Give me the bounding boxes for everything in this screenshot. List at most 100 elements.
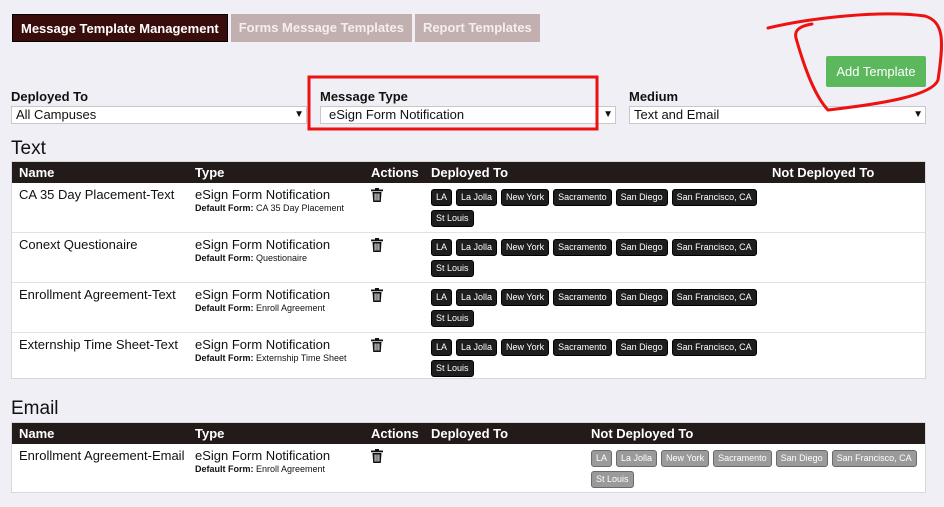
campus-badge: Sacramento bbox=[553, 289, 612, 306]
deployed-badges: LA La Jolla New York Sacramento San Diego San… bbox=[431, 189, 761, 227]
campus-badge: New York bbox=[661, 450, 710, 467]
campus-badge: San Diego bbox=[615, 289, 668, 306]
medium-value: Text and Email bbox=[634, 107, 720, 122]
trash-icon[interactable] bbox=[371, 449, 383, 463]
campus-badge: St Louis bbox=[591, 471, 634, 488]
template-name: CA 35 Day Placement-Text bbox=[19, 187, 175, 202]
campus-badge: La Jolla bbox=[456, 339, 498, 356]
campus-badge: San Diego bbox=[775, 450, 828, 467]
deployed-to-select[interactable]: All Campuses ▼ bbox=[11, 106, 307, 124]
default-form-value: Questionaire bbox=[256, 253, 308, 263]
campus-badge: San Francisco, CA bbox=[831, 450, 917, 467]
campus-badge: Sacramento bbox=[553, 239, 612, 256]
col-not-deployed-to: Not Deployed To bbox=[591, 426, 694, 441]
add-template-button[interactable]: Add Template bbox=[826, 56, 926, 87]
medium-label: Medium bbox=[629, 89, 679, 104]
email-templates-table: Name Type Actions Deployed To Not Deploy… bbox=[11, 422, 926, 493]
campus-badge: Sacramento bbox=[713, 450, 772, 467]
col-name: Name bbox=[19, 165, 55, 180]
table-row: Externship Time Sheet-Text eSign Form Not… bbox=[12, 333, 925, 382]
campus-badge: San Francisco, CA bbox=[671, 289, 757, 306]
trash-icon[interactable] bbox=[371, 188, 383, 202]
col-actions: Actions bbox=[371, 426, 419, 441]
tab-bar: Message Template Management Forms Messag… bbox=[12, 14, 540, 42]
deployed-badges: LA La Jolla New York Sacramento San Diego San… bbox=[431, 339, 761, 377]
deployed-badges: LA La Jolla New York Sacramento San Diego San… bbox=[431, 239, 761, 277]
campus-badge: New York bbox=[501, 189, 550, 206]
template-type: eSign Form Notification bbox=[195, 448, 331, 463]
chevron-down-icon: ▼ bbox=[913, 109, 923, 120]
template-type: eSign Form Notification bbox=[195, 187, 331, 202]
col-deployed-to: Deployed To bbox=[431, 165, 509, 180]
col-type: Type bbox=[195, 426, 225, 441]
campus-badge: Sacramento bbox=[553, 339, 612, 356]
campus-badge: New York bbox=[501, 289, 550, 306]
campus-badge: LA bbox=[431, 239, 453, 256]
col-type: Type bbox=[195, 165, 225, 180]
trash-icon[interactable] bbox=[371, 288, 383, 302]
message-type-select[interactable]: eSign Form Notification ▼ bbox=[320, 106, 616, 124]
campus-badge: New York bbox=[501, 339, 550, 356]
text-section-title: Text bbox=[11, 138, 46, 159]
chevron-down-icon: ▼ bbox=[294, 109, 304, 120]
template-type-cell: eSign Form Notification Default Form: Enr… bbox=[195, 448, 330, 474]
campus-badge: New York bbox=[501, 239, 550, 256]
default-form: Default Form: Enroll Agreement bbox=[195, 303, 330, 313]
campus-badge: LA bbox=[591, 450, 613, 467]
default-form-label: Default Form: bbox=[195, 464, 254, 474]
template-name: Enrollment Agreement-Text bbox=[19, 287, 176, 302]
campus-badge: St Louis bbox=[431, 310, 474, 327]
default-form-label: Default Form: bbox=[195, 303, 254, 313]
default-form-value: Enroll Agreement bbox=[256, 303, 326, 313]
campus-badge: La Jolla bbox=[456, 239, 498, 256]
default-form-label: Default Form: bbox=[195, 353, 254, 363]
col-actions: Actions bbox=[371, 165, 419, 180]
campus-badge: La Jolla bbox=[456, 289, 498, 306]
template-type: eSign Form Notification bbox=[195, 237, 331, 252]
table-row: Enrollment Agreement-Text eSign Form Noti… bbox=[12, 283, 925, 333]
tab-report-templates[interactable]: Report Templates bbox=[414, 14, 540, 42]
tab-forms-message-templates[interactable]: Forms Message Templates bbox=[230, 14, 412, 42]
default-form-value: Enroll Agreement bbox=[256, 464, 326, 474]
medium-select[interactable]: Text and Email ▼ bbox=[629, 106, 926, 124]
campus-badge: LA bbox=[431, 289, 453, 306]
default-form: Default Form: CA 35 Day Placement bbox=[195, 203, 344, 213]
default-form-value: CA 35 Day Placement bbox=[256, 203, 345, 213]
campus-badge: La Jolla bbox=[616, 450, 658, 467]
campus-badge: San Diego bbox=[615, 339, 668, 356]
deployed-to-label: Deployed To bbox=[11, 89, 89, 104]
default-form-label: Default Form: bbox=[195, 203, 254, 213]
trash-icon[interactable] bbox=[371, 338, 383, 352]
campus-badge: San Diego bbox=[615, 239, 668, 256]
campus-badge: Sacramento bbox=[553, 189, 612, 206]
default-form-label: Default Form: bbox=[195, 253, 254, 263]
campus-badge: San Francisco, CA bbox=[671, 239, 757, 256]
template-type: eSign Form Notification bbox=[195, 287, 331, 302]
tab-message-template-management[interactable]: Message Template Management bbox=[12, 14, 228, 42]
campus-badge: St Louis bbox=[431, 360, 474, 377]
deployed-badges: LA La Jolla New York Sacramento San Diego San… bbox=[431, 289, 761, 327]
table-row: Conext Questionaire eSign Form Notificati… bbox=[12, 233, 925, 283]
campus-badge: LA bbox=[431, 189, 453, 206]
campus-badge: St Louis bbox=[431, 210, 474, 227]
campus-badge: San Francisco, CA bbox=[671, 189, 757, 206]
chevron-down-icon: ▼ bbox=[603, 109, 613, 120]
not-deployed-badges: LA La Jolla New York Sacramento San Diego San… bbox=[591, 450, 921, 488]
default-form: Default Form: Questionaire bbox=[195, 253, 330, 263]
template-type-cell: eSign Form Notification Default Form: Ext… bbox=[195, 337, 347, 363]
col-name: Name bbox=[19, 426, 55, 441]
text-templates-table: Name Type Actions Deployed To Not Deploy… bbox=[11, 161, 926, 379]
table-row: Enrollment Agreement-Email eSign Form Not… bbox=[12, 444, 925, 492]
template-name: Conext Questionaire bbox=[19, 237, 138, 252]
campus-badge: San Diego bbox=[615, 189, 668, 206]
default-form-value: Externship Time Sheet bbox=[256, 353, 347, 363]
trash-icon[interactable] bbox=[371, 238, 383, 252]
template-type-cell: eSign Form Notification Default Form: Que… bbox=[195, 237, 330, 263]
message-type-label: Message Type bbox=[320, 89, 408, 104]
template-name: Enrollment Agreement-Email bbox=[19, 448, 185, 463]
template-type-cell: eSign Form Notification Default Form: Enr… bbox=[195, 287, 330, 313]
deployed-to-value: All Campuses bbox=[16, 107, 97, 122]
message-type-value: eSign Form Notification bbox=[329, 107, 465, 122]
col-not-deployed-to: Not Deployed To bbox=[772, 165, 875, 180]
default-form: Default Form: Externship Time Sheet bbox=[195, 353, 347, 363]
